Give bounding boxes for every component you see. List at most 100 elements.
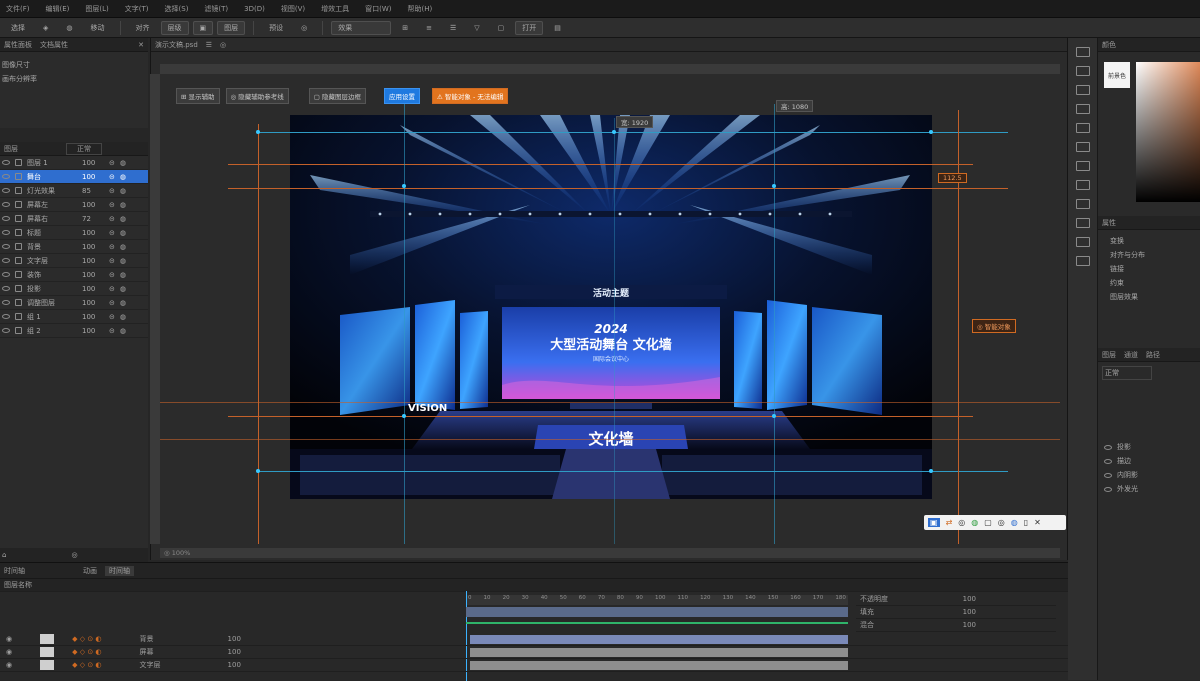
close-icon[interactable]: ✕ (138, 41, 144, 49)
guide-line[interactable] (228, 164, 973, 165)
lock-icon[interactable]: ◍ (120, 187, 126, 195)
visibility-icon[interactable] (1104, 486, 1112, 492)
menu-item[interactable]: 文件(F) (6, 4, 30, 14)
fx-icon[interactable]: ◎ (71, 551, 77, 559)
toolbar-arrange[interactable]: 层级 (160, 20, 189, 35)
lasso-icon[interactable] (1075, 85, 1090, 95)
hide-borders-button[interactable]: ▢ 隐藏图层边框 (308, 88, 366, 104)
stage-image[interactable]: 活动主题 2024 大型活动舞台 文化墙 国际会议中心 VISION 文化墙 (290, 115, 932, 499)
smart-object-tag[interactable]: ◎ 智能对象 (972, 319, 1016, 333)
smart-object-warning[interactable]: ⚠ 智能对象 - 无法编辑 (432, 88, 509, 104)
lock-icon[interactable]: ◍ (120, 257, 126, 265)
menu-item[interactable]: 视图(V) (281, 4, 305, 14)
transform-handle[interactable] (402, 414, 406, 418)
visibility-icon[interactable] (2, 216, 10, 221)
blend-mode-select[interactable]: 正常 (1102, 366, 1152, 380)
toolbar-icon[interactable]: ◍ (59, 21, 79, 35)
track-bar[interactable] (470, 634, 848, 644)
property-item[interactable]: 对齐与分布 (1108, 248, 1200, 262)
fx-item[interactable]: 描边 (1102, 454, 1200, 468)
guide-line[interactable] (160, 439, 1060, 440)
eyedropper-icon[interactable] (1075, 123, 1090, 133)
visibility-icon[interactable] (1104, 458, 1112, 464)
layer-row[interactable]: 组 2 100 ⊝ ◍ (0, 324, 148, 338)
layer-row[interactable]: 舞台 100 ⊝ ◍ (0, 170, 148, 184)
menu-item[interactable]: 选择(S) (165, 4, 189, 14)
hide-guides-button[interactable]: ◎ 隐藏辅助参考线 (225, 88, 289, 104)
lock-icon[interactable]: ◍ (120, 313, 126, 321)
grid-icon[interactable]: ⊞ (395, 21, 415, 35)
crop-icon[interactable] (1075, 104, 1090, 114)
visibility-icon[interactable] (2, 328, 10, 333)
toolbar-icon[interactable]: ◈ (36, 21, 55, 35)
timeline-track[interactable]: ◉ ◆ ◇ ⊙ ◐ 文字层 100 (0, 659, 1068, 672)
guide-line[interactable] (258, 124, 259, 544)
eraser-icon[interactable] (1075, 180, 1090, 190)
timeline-tab[interactable]: 时间轴 (105, 565, 134, 576)
visibility-icon[interactable] (2, 160, 10, 165)
float-tool-icon[interactable]: ▯ (1024, 518, 1028, 527)
lock-icon[interactable]: ◍ (120, 173, 126, 181)
tab-channels[interactable]: 通道 (1124, 350, 1138, 360)
track-icons[interactable]: ◆ ◇ ⊙ ◐ (72, 661, 101, 669)
blend-mode-select[interactable]: 正常 (66, 142, 102, 155)
visibility-icon[interactable] (1104, 472, 1112, 478)
layer-row[interactable]: 标题 100 ⊝ ◍ (0, 226, 148, 240)
link-icon[interactable]: ⊝ (109, 243, 115, 251)
tab-paths[interactable]: 路径 (1146, 350, 1160, 360)
layer-row[interactable]: 灯光效果 85 ⊝ ◍ (0, 184, 148, 198)
menu-icon[interactable]: ☰ (206, 41, 212, 49)
menu-item[interactable]: 滤镜(T) (204, 4, 228, 14)
transform-handle[interactable] (929, 469, 933, 473)
zoom-readout[interactable]: ◎ 100% (164, 549, 190, 557)
link-icon[interactable]: ⊝ (109, 327, 115, 335)
layer-row[interactable]: 屏幕左 100 ⊝ ◍ (0, 198, 148, 212)
transform-handle[interactable] (772, 414, 776, 418)
toolbar-frame-icon[interactable]: ▣ (192, 20, 214, 35)
float-tool-icon[interactable]: ◎ (958, 518, 965, 527)
guide-line[interactable] (404, 104, 405, 544)
panel-icon[interactable]: ▤ (547, 21, 568, 35)
timeline-title[interactable]: 时间轴 (4, 566, 25, 576)
apply-settings-button[interactable]: 应用设置 (384, 88, 420, 104)
layer-row[interactable]: 文字层 100 ⊝ ◍ (0, 254, 148, 268)
visibility-icon[interactable]: ◉ (6, 635, 12, 643)
fx-item[interactable]: 外发光 (1102, 482, 1200, 496)
lock-icon[interactable]: ◍ (120, 243, 126, 251)
timeline-track[interactable]: ◉ ◆ ◇ ⊙ ◐ 屏幕 100 (0, 646, 1068, 659)
menu-item[interactable]: 图层(L) (85, 4, 108, 14)
guide-line[interactable] (614, 118, 615, 544)
track-icons[interactable]: ◆ ◇ ⊙ ◐ (72, 635, 101, 643)
layer-row[interactable]: 组 1 100 ⊝ ◍ (0, 310, 148, 324)
layer-row[interactable]: 投影 100 ⊝ ◍ (0, 282, 148, 296)
lock-icon[interactable]: ◍ (120, 215, 126, 223)
layer-row[interactable]: 装饰 100 ⊝ ◍ (0, 268, 148, 282)
layer-row[interactable]: 调整图层 100 ⊝ ◍ (0, 296, 148, 310)
text-icon[interactable] (1075, 237, 1090, 247)
visibility-icon[interactable] (2, 188, 10, 193)
timeline-ruler[interactable]: 0 10 20 30 40 50 60 70 80 90 100 110 120 130 140 150 160… (466, 595, 848, 605)
horizontal-ruler[interactable] (160, 64, 1060, 74)
triangle-icon[interactable]: ▽ (467, 21, 486, 35)
visibility-icon[interactable] (2, 244, 10, 249)
visibility-icon[interactable] (2, 300, 10, 305)
toolbar-move[interactable]: 移动 (84, 21, 112, 35)
layer-row[interactable]: 图层 1 100 ⊝ ◍ (0, 156, 148, 170)
guide-line[interactable] (160, 402, 1060, 403)
pen-icon[interactable] (1075, 218, 1090, 228)
prop-row[interactable]: 混合 100 (856, 619, 1056, 632)
tab-layers[interactable]: 图层 (1102, 350, 1116, 360)
toolbar-layers[interactable]: 图层 (217, 20, 246, 35)
menu-item[interactable]: 窗口(W) (365, 4, 391, 14)
visibility-icon[interactable] (2, 258, 10, 263)
show-guides-button[interactable]: ⊞ 显示辅助 (176, 88, 220, 104)
document-tab[interactable]: 演示文稿.psd (155, 40, 198, 50)
transform-handle[interactable] (402, 184, 406, 188)
visibility-icon[interactable]: ◉ (6, 648, 12, 656)
link-icon[interactable]: ⊝ (109, 173, 115, 181)
lock-icon[interactable]: ◍ (120, 159, 126, 167)
link-icon[interactable]: ⊝ (109, 285, 115, 293)
track-bar[interactable] (470, 647, 848, 657)
timeline-tab[interactable]: 动画 (83, 566, 97, 576)
transform-handle[interactable] (929, 130, 933, 134)
